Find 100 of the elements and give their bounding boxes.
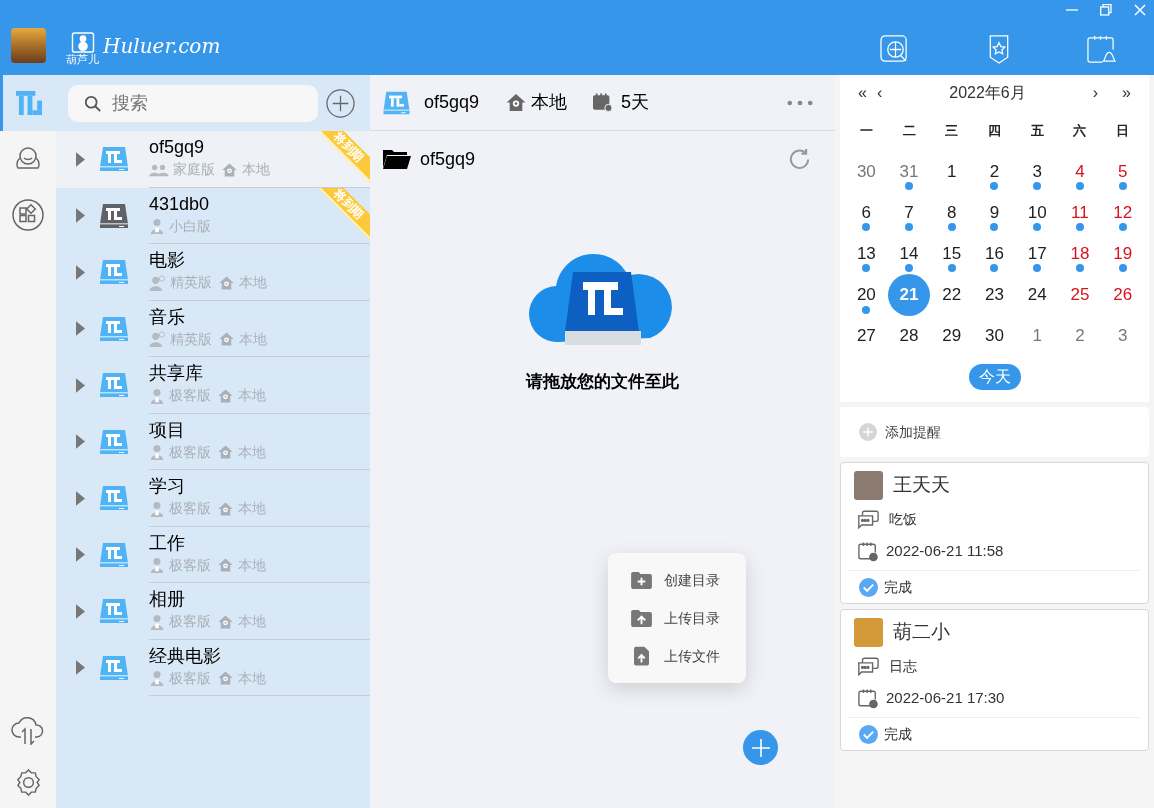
folder-upload-icon <box>630 609 652 627</box>
logo-wordmark: Huluer.com <box>103 33 221 59</box>
calendar-day[interactable]: 11 <box>1071 199 1089 226</box>
caret-right-icon[interactable] <box>76 547 85 563</box>
calendar-day[interactable]: 5 <box>1117 158 1128 185</box>
library-item[interactable]: 相册 极客版 本地 <box>56 583 370 640</box>
edition-label: 精英版 <box>170 329 212 349</box>
library-item[interactable]: 工作 极客版 本地 <box>56 526 370 583</box>
library-name: 相册 <box>149 589 185 610</box>
library-item[interactable]: 电影 精英版 本地 <box>56 244 370 301</box>
calendar-day[interactable]: 3 <box>1032 158 1042 185</box>
user-icon <box>149 218 165 235</box>
library-item[interactable]: 音乐 精英版 本地 <box>56 300 370 357</box>
user-badge-icon <box>149 274 166 291</box>
caret-right-icon[interactable] <box>76 660 85 676</box>
settings-icon[interactable] <box>14 769 42 796</box>
calendar-day[interactable]: 25 <box>1070 282 1090 308</box>
user-icon <box>149 387 165 404</box>
add-reminder-button[interactable]: 添加提醒 <box>840 407 1149 457</box>
calendar-day[interactable]: 19 <box>1113 240 1133 267</box>
menu-item[interactable]: 创建目录 <box>608 561 746 599</box>
calendar-day[interactable]: 23 <box>985 282 1004 308</box>
caret-right-icon[interactable] <box>76 264 85 280</box>
caret-right-icon[interactable] <box>76 490 85 506</box>
add-fab[interactable] <box>743 730 778 765</box>
caret-right-icon[interactable] <box>76 208 85 224</box>
check-circle-icon[interactable] <box>859 724 878 744</box>
weekday-label: 五 <box>1029 122 1045 141</box>
library-item[interactable]: 经典电影 极客版 本地 <box>56 639 370 696</box>
calendar-day[interactable]: 1 <box>1032 322 1042 349</box>
calendar-day[interactable]: 22 <box>942 282 962 308</box>
prev-button[interactable]: ‹ <box>876 81 883 105</box>
library-item[interactable]: 学习 极客版 本地 <box>56 470 370 527</box>
calendar-day[interactable]: 26 <box>1113 282 1133 308</box>
library-name: 电影 <box>149 250 185 271</box>
weekday-label: 日 <box>1115 122 1131 141</box>
home-pin-icon <box>218 331 235 348</box>
calendar-day[interactable]: 17 <box>1027 240 1047 267</box>
calendar-day[interactable]: 1 <box>947 158 957 185</box>
calendar-day[interactable]: 9 <box>989 199 1000 226</box>
calendar-day[interactable]: 7 <box>904 199 914 226</box>
calendar-day[interactable]: 6 <box>861 199 872 226</box>
last-button[interactable]: » <box>1122 81 1131 105</box>
shield-star-icon[interactable] <box>988 35 1010 64</box>
location-label: 本地 <box>238 386 266 406</box>
calendar-day[interactable]: 28 <box>899 322 919 349</box>
weekday-label: 六 <box>1072 122 1088 141</box>
search-field[interactable]: 搜索 <box>68 84 318 122</box>
menu-item[interactable]: 上传目录 <box>608 599 746 637</box>
caret-right-icon[interactable] <box>76 434 85 450</box>
calendar-day[interactable]: 16 <box>985 240 1004 267</box>
next-button[interactable]: › <box>1092 81 1099 105</box>
calendar-day[interactable]: 3 <box>1117 322 1128 349</box>
close-icon[interactable] <box>1134 4 1146 16</box>
more-icon[interactable] <box>787 99 813 106</box>
calendar-bell-icon[interactable] <box>1087 35 1116 64</box>
chat-icon <box>857 656 879 676</box>
user-icon <box>149 444 165 461</box>
calendar-day[interactable]: 10 <box>1027 199 1047 226</box>
calendar-day[interactable]: 15 <box>942 240 962 267</box>
calendar-day[interactable]: 30 <box>985 322 1004 349</box>
avatar-photo <box>854 618 883 647</box>
calendar-day[interactable]: 8 <box>947 199 957 226</box>
breadcrumb-folder[interactable]: of5gq9 <box>420 145 476 173</box>
calendar-day[interactable]: 27 <box>856 322 876 349</box>
weekday-label: 三 <box>944 122 960 141</box>
calendar-day[interactable]: 4 <box>1075 158 1085 185</box>
calendar-day[interactable]: 20 <box>856 282 876 308</box>
check-circle-icon[interactable] <box>859 577 878 597</box>
logo-caption: 葫芦儿 <box>66 53 99 65</box>
home-pin-icon <box>221 161 238 178</box>
edition-label: 极客版 <box>169 612 211 632</box>
calendar-day[interactable]: 14 <box>899 240 919 267</box>
calendar-day[interactable]: 31 <box>899 158 919 185</box>
calendar-day[interactable]: 2 <box>989 158 1000 185</box>
caret-right-icon[interactable] <box>76 151 85 167</box>
user-icon <box>149 500 165 517</box>
library-item[interactable]: 项目 极客版 本地 <box>56 413 370 470</box>
restore-icon[interactable] <box>1100 4 1112 16</box>
nav-rail-button[interactable] <box>0 75 56 131</box>
add-icon[interactable] <box>326 88 355 118</box>
caret-right-icon[interactable] <box>76 377 85 393</box>
calendar-day[interactable]: 13 <box>856 240 876 267</box>
caret-right-icon[interactable] <box>76 603 85 619</box>
caret-right-icon[interactable] <box>76 321 85 337</box>
reminder-time: 2022-06-21 11:58 <box>886 540 1004 561</box>
calendar-day[interactable]: 18 <box>1070 240 1090 267</box>
calendar-day[interactable]: 12 <box>1113 199 1133 226</box>
location-label: 本地 <box>238 555 266 575</box>
first-button[interactable]: « <box>858 81 867 105</box>
menu-item[interactable]: 上传文件 <box>608 637 746 675</box>
calendar-day[interactable]: 30 <box>856 158 876 185</box>
calendar-day[interactable]: 29 <box>942 322 962 349</box>
cloud-sync-icon[interactable] <box>11 715 45 745</box>
edition-label: 极客版 <box>169 499 211 519</box>
library-item[interactable]: 共享库 极客版 本地 <box>56 357 370 414</box>
calendar-day[interactable]: 2 <box>1075 322 1085 349</box>
library-name: 音乐 <box>149 306 185 327</box>
calendar-day[interactable]: 24 <box>1027 282 1047 308</box>
refresh-icon[interactable] <box>787 146 812 172</box>
